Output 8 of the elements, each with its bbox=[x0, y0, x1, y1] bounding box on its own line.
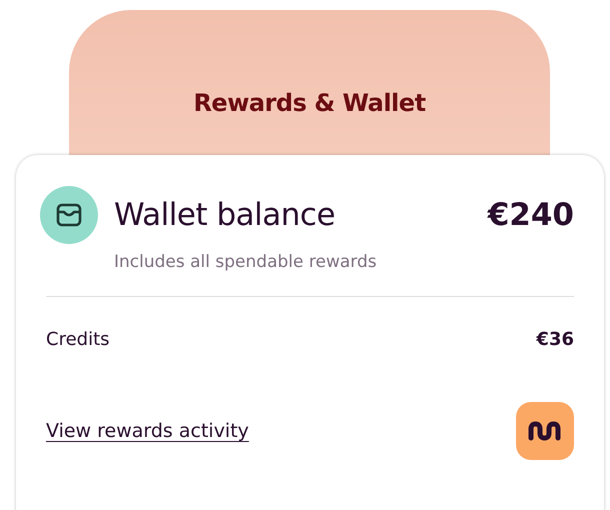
header-title: Rewards & Wallet bbox=[193, 88, 426, 118]
row-value: €36 bbox=[536, 329, 574, 350]
rewards-activity-link[interactable]: View rewards activity bbox=[46, 420, 249, 442]
wallet-title: Wallet balance bbox=[114, 197, 336, 233]
row-label: Credits bbox=[46, 329, 110, 350]
wallet-subtitle: Includes all spendable rewards bbox=[114, 252, 378, 272]
balance-amount: €240 bbox=[488, 197, 574, 233]
logo-icon bbox=[516, 402, 574, 460]
